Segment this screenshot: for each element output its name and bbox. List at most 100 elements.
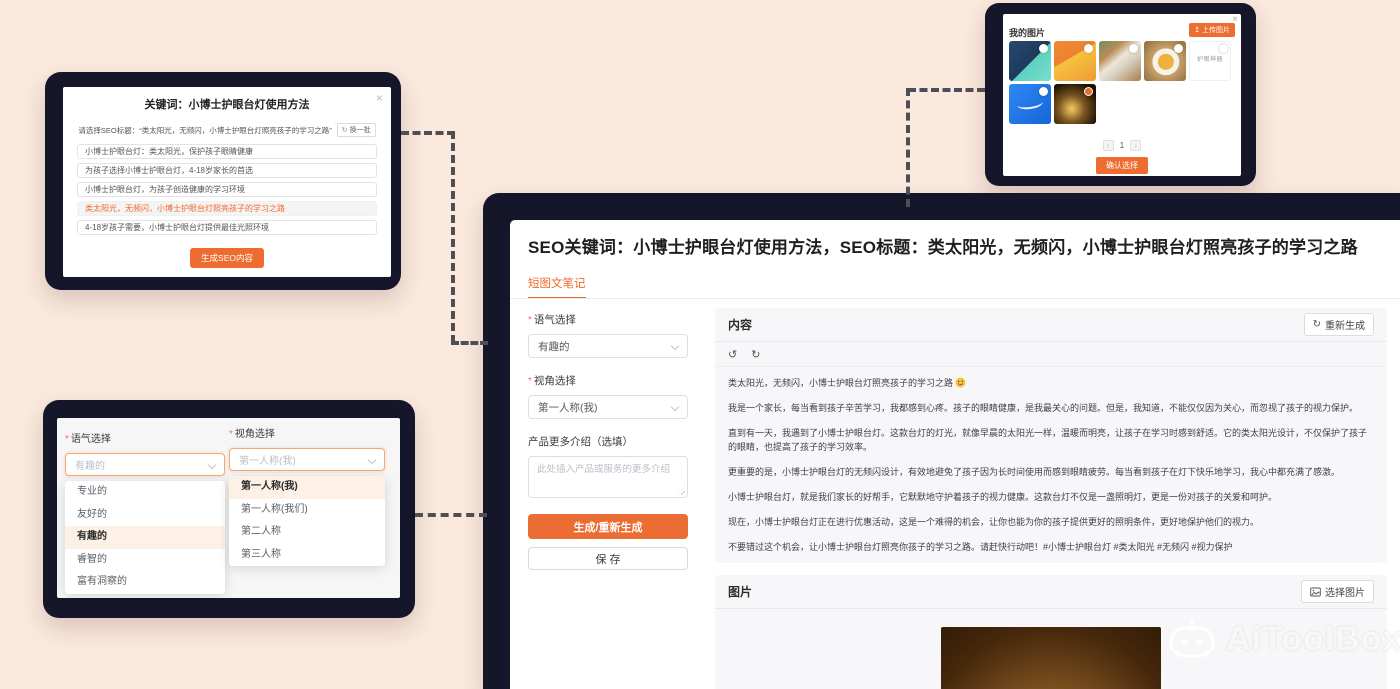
main-editor-frame: SEO关键词：小博士护眼台灯使用方法，SEO标题：类太阳光，无频闪，小博士护眼台… xyxy=(483,193,1400,689)
radio-unselected-icon[interactable] xyxy=(1219,44,1228,53)
choose-image-label: 选择图片 xyxy=(1325,588,1365,599)
perspective-dropdown-menu: 第一人称(我) 第一人称(我们) 第二人称 第三人称 xyxy=(229,476,385,566)
seo-title-prompt-row: 请选择SEO标题：“类太阳光，无频闪，小博士护眼台灯照亮孩子的学习之路” ↻ 换… xyxy=(63,123,391,137)
confirm-selection-button[interactable]: 确认选择 xyxy=(1096,157,1148,174)
content-paragraph: 直到有一天，我遇到了小博士护眼台灯。这款台灯的灯光，就像早晨的太阳光一样，温暖而… xyxy=(728,427,1368,452)
perspective-select-label: * 视角选择 xyxy=(229,429,275,440)
tone-select-label: * 语气选择 xyxy=(65,434,111,445)
tone-select-value: 有趣的 xyxy=(75,461,105,472)
tone-option[interactable]: 友好的 xyxy=(65,503,225,526)
pagination: ‹ 1 › xyxy=(1003,140,1241,151)
seo-title-option[interactable]: 小博士护眼台灯，为孩子创造健康的学习环境 xyxy=(77,182,377,197)
perspective-field-select[interactable]: 第一人称(我) xyxy=(528,395,688,419)
editor-toolbar: ↺ ↻ xyxy=(715,342,1387,367)
connector-dash xyxy=(415,513,487,517)
required-mark: * xyxy=(229,429,233,440)
radio-selected-icon[interactable] xyxy=(1084,87,1093,96)
perspective-field-label: * 视角选择 xyxy=(528,375,576,387)
tone-option-selected[interactable]: 有趣的 xyxy=(65,526,225,549)
generation-form: * 语气选择 有趣的 * 视角选择 第一人称(我) 产品更多介绍（选填） 此处插入产… xyxy=(528,312,688,578)
tab-short-note[interactable]: 短图文笔记 xyxy=(528,275,586,299)
prev-page-button[interactable]: ‹ xyxy=(1102,140,1114,151)
connector-dash xyxy=(906,88,910,207)
required-mark: * xyxy=(528,376,532,387)
generated-content-text[interactable]: 类太阳光，无频闪，小博士护眼台灯照亮孩子的学习之路 我是一个家长，每当看到孩子辛… xyxy=(715,367,1387,568)
content-headline: 类太阳光，无频闪，小博士护眼台灯照亮孩子的学习之路 xyxy=(728,377,1374,391)
robot-face-icon xyxy=(1169,619,1215,658)
refresh-batch-button[interactable]: ↻ 换一批 xyxy=(336,123,376,137)
seo-title-options: 小博士护眼台灯：类太阳光，保护孩子眼睛健康 为孩子选择小博士护眼台灯，4-18岁… xyxy=(77,144,377,235)
tone-option[interactable]: 专业的 xyxy=(65,481,225,504)
more-intro-label: 产品更多介绍（选填） xyxy=(528,436,633,448)
smiling-face-emoji xyxy=(955,377,966,388)
current-page-number[interactable]: 1 xyxy=(1120,141,1124,150)
perspective-select-value: 第一人称(我) xyxy=(239,456,296,467)
content-section: 内容 ↻ 重新生成 ↺ ↻ 类太阳光，无频闪，小博士护眼台灯照亮孩子的学习之路 … xyxy=(715,308,1387,563)
tablet-dropdowns: *语气选择 有趣的 专业的 友好的 有趣的 睿智的 富有洞察的 *视角选择 xyxy=(43,400,415,618)
perspective-option[interactable]: 第二人称 xyxy=(229,521,385,544)
connector-dash xyxy=(908,88,985,92)
image-thumbnail-orange-promo[interactable] xyxy=(1054,41,1096,81)
refresh-icon: ↻ xyxy=(341,127,348,134)
tone-dropdown-menu: 专业的 友好的 有趣的 睿智的 富有洞察的 xyxy=(65,481,225,594)
undo-icon[interactable]: ↺ xyxy=(728,348,737,361)
aitoolbox-watermark: AiToolBox xyxy=(1168,618,1400,660)
choose-image-button[interactable]: 选择图片 xyxy=(1301,580,1374,603)
close-icon[interactable]: × xyxy=(376,91,383,105)
content-section-header: 内容 ↻ 重新生成 xyxy=(715,308,1387,342)
save-button[interactable]: 保 存 xyxy=(528,547,688,570)
tone-option[interactable]: 富有洞察的 xyxy=(65,571,225,594)
tab-divider xyxy=(510,298,1400,299)
keyword-dialog: 关键词：小博士护眼台灯使用方法 × 请选择SEO标题：“类太阳光，无频闪，小博士… xyxy=(63,87,391,277)
watermark-label: AiToolBox xyxy=(1226,619,1400,658)
refresh-icon: ↻ xyxy=(1312,319,1321,330)
tone-select[interactable]: 有趣的 xyxy=(65,453,225,476)
tone-select-group: * 语气选择 有趣的 专业的 友好的 有趣的 睿智的 富有洞察的 xyxy=(65,430,225,594)
content-section-title: 内容 xyxy=(728,318,753,332)
seo-title-option[interactable]: 4-18岁孩子需要，小博士护眼台灯提供最佳光照环境 xyxy=(77,220,377,235)
thumbnail-caption: 护眼神器 xyxy=(1196,57,1223,63)
seo-title-option[interactable]: 为孩子选择小博士护眼台灯，4-18岁家长的首选 xyxy=(77,163,377,178)
redo-icon[interactable]: ↻ xyxy=(751,348,760,361)
radio-unselected-icon[interactable] xyxy=(1174,44,1183,53)
tone-field-value: 有趣的 xyxy=(538,340,570,353)
chevron-down-icon xyxy=(367,455,377,465)
image-thumbnail-desk-lamp-selected[interactable] xyxy=(1054,84,1096,124)
image-thumbnail-open-book[interactable] xyxy=(1099,41,1141,81)
content-paragraph: 我是一个家长，每当看到孩子辛苦学习，我都感到心疼。孩子的眼睛健康，是我最关心的问… xyxy=(728,402,1359,413)
radio-unselected-icon[interactable] xyxy=(1084,44,1093,53)
radio-unselected-icon[interactable] xyxy=(1039,44,1048,53)
radio-unselected-icon[interactable] xyxy=(1039,87,1048,96)
upload-icon: ↥ xyxy=(1194,27,1200,34)
tablet-keyword-dialog: 关键词：小博士护眼台灯使用方法 × 请选择SEO标题：“类太阳光，无频闪，小博士… xyxy=(45,72,401,290)
upload-image-button[interactable]: ↥ 上传图片 xyxy=(1189,23,1235,37)
radio-unselected-icon[interactable] xyxy=(1129,44,1138,53)
generate-seo-content-button[interactable]: 生成SEO内容 xyxy=(190,248,264,268)
generate-button[interactable]: 生成/重新生成 xyxy=(528,514,688,539)
image-thumbnail-grid: 护眼神器 xyxy=(1009,41,1235,124)
seo-title-option[interactable]: 小博士护眼台灯：类太阳光，保护孩子眼睛健康 xyxy=(77,144,377,159)
chevron-down-icon xyxy=(207,460,217,470)
image-thumbnail-white-promo[interactable]: 护眼神器 xyxy=(1189,41,1231,81)
more-intro-textarea[interactable]: 此处插入产品或服务的更多介绍 xyxy=(528,456,688,498)
perspective-select[interactable]: 第一人称(我) xyxy=(229,448,385,471)
image-thumbnail-mint-card[interactable] xyxy=(1009,41,1051,81)
seo-title-option-selected[interactable]: 类太阳光，无频闪，小博士护眼台灯照亮孩子的学习之路 xyxy=(77,201,377,216)
tone-option[interactable]: 睿智的 xyxy=(65,548,225,571)
image-section-header: 图片 选择图片 xyxy=(715,575,1387,609)
my-images-title: 我的图片 xyxy=(1009,28,1046,38)
perspective-option[interactable]: 第一人称(我们) xyxy=(229,498,385,521)
logo-swoosh-icon xyxy=(1016,96,1044,111)
page-canvas: 关键词：小博士护眼台灯使用方法 × 请选择SEO标题：“类太阳光，无频闪，小博士… xyxy=(0,0,1400,689)
regenerate-button[interactable]: ↻ 重新生成 xyxy=(1303,313,1374,336)
next-page-button[interactable]: › xyxy=(1130,140,1142,151)
regenerate-label: 重新生成 xyxy=(1325,321,1365,332)
image-thumbnail-tea-cup[interactable] xyxy=(1144,41,1186,81)
content-paragraph: 现在，小博士护眼台灯正在进行优惠活动，这是一个难得的机会，让你也能为你的孩子提供… xyxy=(728,516,1260,527)
perspective-option-selected[interactable]: 第一人称(我) xyxy=(229,476,385,499)
seo-title-prompt: 请选择SEO标题：“类太阳光，无频闪，小博士护眼台灯照亮孩子的学习之路” xyxy=(78,125,332,135)
tone-field-select[interactable]: 有趣的 xyxy=(528,334,688,358)
image-thumbnail-blue-logo[interactable] xyxy=(1009,84,1051,124)
perspective-option[interactable]: 第三人称 xyxy=(229,543,385,566)
content-paragraph: 小博士护眼台灯，就是我们家长的好帮手，它默默地守护着孩子的视力健康。这款台灯不仅… xyxy=(728,491,1278,502)
